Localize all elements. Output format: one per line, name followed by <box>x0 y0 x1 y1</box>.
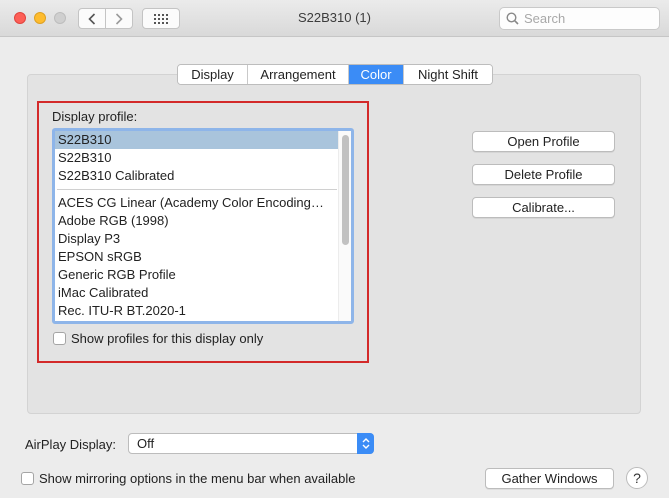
select-arrows-icon <box>357 433 374 454</box>
mirroring-options-option[interactable]: Show mirroring options in the menu bar w… <box>21 471 356 486</box>
search-icon <box>506 12 519 25</box>
mirroring-options-label: Show mirroring options in the menu bar w… <box>39 471 356 486</box>
delete-profile-button[interactable]: Delete Profile <box>472 164 615 185</box>
title-bar: S22B310 (1) <box>0 0 669 37</box>
profile-list-item[interactable]: iMac Calibrated <box>55 284 338 302</box>
profile-list-item[interactable]: Display P3 <box>55 230 338 248</box>
show-profiles-display-only-checkbox[interactable] <box>53 332 66 345</box>
display-profile-label: Display profile: <box>52 109 138 124</box>
search-field[interactable] <box>499 7 660 30</box>
profile-list-item[interactable]: EPSON sRGB <box>55 248 338 266</box>
list-separator <box>57 189 337 190</box>
profile-list-scrollbar[interactable] <box>338 131 351 321</box>
profile-list-item[interactable]: S22B310 <box>55 131 338 149</box>
profile-list-item[interactable]: Adobe RGB (1998) <box>55 212 338 230</box>
display-preferences-window: S22B310 (1) Display Arrangement Color Ni… <box>0 0 669 498</box>
tab-display[interactable]: Display <box>178 65 248 84</box>
help-button[interactable]: ? <box>626 467 648 489</box>
profile-list-item[interactable]: S22B310 <box>55 149 338 167</box>
profile-list-item[interactable]: Generic RGB Profile <box>55 266 338 284</box>
airplay-display-label: AirPlay Display: <box>25 437 117 452</box>
show-profiles-display-only-option[interactable]: Show profiles for this display only <box>53 331 263 346</box>
scrollbar-thumb[interactable] <box>342 135 349 245</box>
tab-night-shift[interactable]: Night Shift <box>404 65 492 84</box>
profile-list-item[interactable]: ACES CG Linear (Academy Color Encoding… <box>55 194 338 212</box>
calibrate-button[interactable]: Calibrate... <box>472 197 615 218</box>
tab-arrangement[interactable]: Arrangement <box>248 65 349 84</box>
mirroring-options-checkbox[interactable] <box>21 472 34 485</box>
gather-windows-button[interactable]: Gather Windows <box>485 468 614 489</box>
search-input[interactable] <box>524 11 654 26</box>
open-profile-button[interactable]: Open Profile <box>472 131 615 152</box>
show-profiles-display-only-label: Show profiles for this display only <box>71 331 264 346</box>
airplay-display-value: Off <box>137 436 155 451</box>
tab-bar: Display Arrangement Color Night Shift <box>177 64 493 85</box>
tab-color[interactable]: Color <box>349 65 404 84</box>
display-profile-list[interactable]: S22B310 S22B310 S22B310 Calibrated ACES … <box>52 128 354 324</box>
profile-list-item[interactable]: Rec. ITU-R BT.2020-1 <box>55 302 338 320</box>
profile-list-item[interactable]: S22B310 Calibrated <box>55 167 338 185</box>
airplay-display-select[interactable]: Off <box>128 433 374 454</box>
